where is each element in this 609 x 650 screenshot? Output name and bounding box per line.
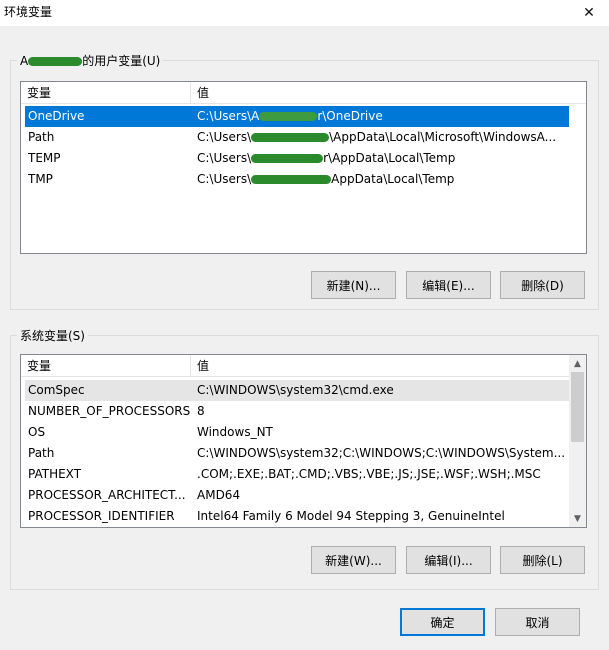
user-variables-label: A 的用户变量(U) — [17, 52, 164, 69]
column-header-variable[interactable]: 变量 — [21, 82, 191, 104]
variable-value: .COM;.EXE;.BAT;.CMD;.VBS;.VBE;.JS;.JSE;.… — [197, 467, 541, 481]
table-row[interactable]: PATHEXT .COM;.EXE;.BAT;.CMD;.VBS;.VBE;.J… — [25, 464, 569, 485]
redacted-text — [251, 133, 330, 142]
cancel-button[interactable]: 取消 — [495, 608, 580, 636]
system-new-button[interactable]: 新建(W)... — [311, 546, 396, 574]
table-row[interactable]: NUMBER_OF_PROCESSORS 8 — [25, 401, 569, 422]
table-row[interactable]: Path C:\WINDOWS\system32;C:\WINDOWS;C:\W… — [25, 443, 569, 464]
table-row[interactable]: TMP C:\Users\ AppData\Local\Temp — [25, 169, 569, 190]
user-new-button[interactable]: 新建(N)... — [311, 271, 396, 299]
table-row[interactable]: PROCESSOR_IDENTIFIER Intel64 Family 6 Mo… — [25, 506, 569, 527]
system-variables-label: 系统变量(S) — [17, 327, 88, 344]
column-header-value[interactable]: 值 — [191, 355, 569, 377]
user-variables-list[interactable]: 变量 值 OneDrive C:\Users\A r\OneDrive Path … — [20, 81, 587, 254]
table-row[interactable]: OneDrive C:\Users\A r\OneDrive — [25, 106, 569, 127]
variable-name: ComSpec — [28, 383, 85, 397]
variable-name: Path — [28, 130, 55, 144]
scroll-down-icon[interactable]: ▼ — [569, 510, 586, 527]
variable-name: Path — [28, 446, 55, 460]
redacted-text — [251, 175, 332, 184]
variable-value: 8 — [197, 404, 205, 418]
variable-name: OneDrive — [28, 109, 85, 123]
variable-value: C:\WINDOWS\system32;C:\WINDOWS;C:\WINDOW… — [197, 446, 566, 460]
system-delete-button[interactable]: 删除(L) — [500, 546, 585, 574]
variable-value: C:\WINDOWS\system32\cmd.exe — [197, 383, 394, 397]
user-edit-button[interactable]: 编辑(E)... — [406, 271, 491, 299]
variable-name: TMP — [28, 172, 53, 186]
table-row[interactable]: Path C:\Users\ \AppData\Local\Microsoft\W… — [25, 127, 569, 148]
system-variables-list[interactable]: 变量 值 ComSpec C:\WINDOWS\system32\cmd.exe… — [20, 354, 587, 528]
user-delete-button[interactable]: 删除(D) — [500, 271, 585, 299]
variable-name: TEMP — [28, 151, 61, 165]
variable-value: C:\Users\A r\OneDrive — [197, 109, 383, 123]
variable-name: PROCESSOR_ARCHITECT... — [28, 488, 186, 502]
redacted-username — [28, 57, 83, 66]
system-edit-button[interactable]: 编辑(I)... — [406, 546, 491, 574]
window-title: 环境变量 — [4, 5, 53, 19]
scroll-up-icon[interactable]: ▲ — [569, 355, 586, 372]
variable-value: C:\Users\ r\AppData\Local\Temp — [197, 151, 456, 165]
variable-value: Intel64 Family 6 Model 94 Stepping 3, Ge… — [197, 509, 505, 523]
variable-name: NUMBER_OF_PROCESSORS — [28, 404, 191, 418]
variable-value: Windows_NT — [197, 425, 273, 439]
variable-name: PATHEXT — [28, 467, 82, 481]
redacted-text — [259, 112, 318, 121]
variable-name: PROCESSOR_IDENTIFIER — [28, 509, 175, 523]
title-bar: 环境变量 ✕ — [0, 0, 609, 26]
table-row[interactable]: ComSpec C:\WINDOWS\system32\cmd.exe — [25, 380, 569, 401]
table-row[interactable]: TEMP C:\Users\ r\AppData\Local\Temp — [25, 148, 569, 169]
variable-name: OS — [28, 425, 46, 439]
column-header-variable[interactable]: 变量 — [21, 355, 191, 377]
variable-value: C:\Users\ AppData\Local\Temp — [197, 172, 455, 186]
variable-value: AMD64 — [197, 488, 241, 502]
redacted-text — [251, 154, 324, 163]
list-header: 变量 值 — [21, 82, 586, 104]
variable-value: C:\Users\ \AppData\Local\Microsoft\Window… — [197, 130, 557, 144]
list-header: 变量 值 — [21, 355, 586, 377]
column-header-value[interactable]: 值 — [191, 82, 571, 104]
table-row[interactable]: PROCESSOR_ARCHITECT... AMD64 — [25, 485, 569, 506]
scrollbar-thumb[interactable] — [571, 372, 584, 442]
ok-button[interactable]: 确定 — [400, 608, 485, 636]
close-icon[interactable]: ✕ — [569, 0, 609, 26]
table-row[interactable]: OS Windows_NT — [25, 422, 569, 443]
vertical-scrollbar[interactable]: ▲ ▼ — [569, 355, 586, 527]
